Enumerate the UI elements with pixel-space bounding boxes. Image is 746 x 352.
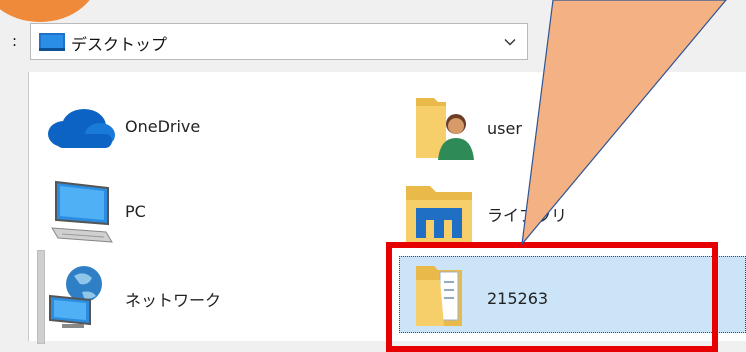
user-folder-icon[interactable]: [412, 92, 476, 164]
library-folder-icon[interactable]: [404, 182, 474, 244]
look-in-combobox[interactable]: デスクトップ: [30, 23, 528, 60]
orange-shape-fragment: [0, 0, 100, 22]
pc-monitor-icon[interactable]: [48, 178, 114, 248]
chevron-down-icon[interactable]: [503, 35, 517, 49]
item-label-network[interactable]: ネットワーク: [125, 287, 221, 311]
look-in-label-colon: :: [12, 32, 18, 50]
network-globe-icon[interactable]: [44, 262, 114, 332]
red-highlight-frame: [386, 242, 718, 352]
item-label-onedrive[interactable]: OneDrive: [125, 117, 200, 136]
item-label-pc[interactable]: PC: [125, 202, 146, 221]
onedrive-cloud-icon[interactable]: [44, 104, 116, 150]
item-label-libraries[interactable]: ライブラリ: [487, 202, 567, 226]
desktop-icon: [39, 33, 65, 51]
look-in-value: デスクトップ: [71, 35, 168, 54]
item-label-user[interactable]: user: [487, 119, 522, 138]
